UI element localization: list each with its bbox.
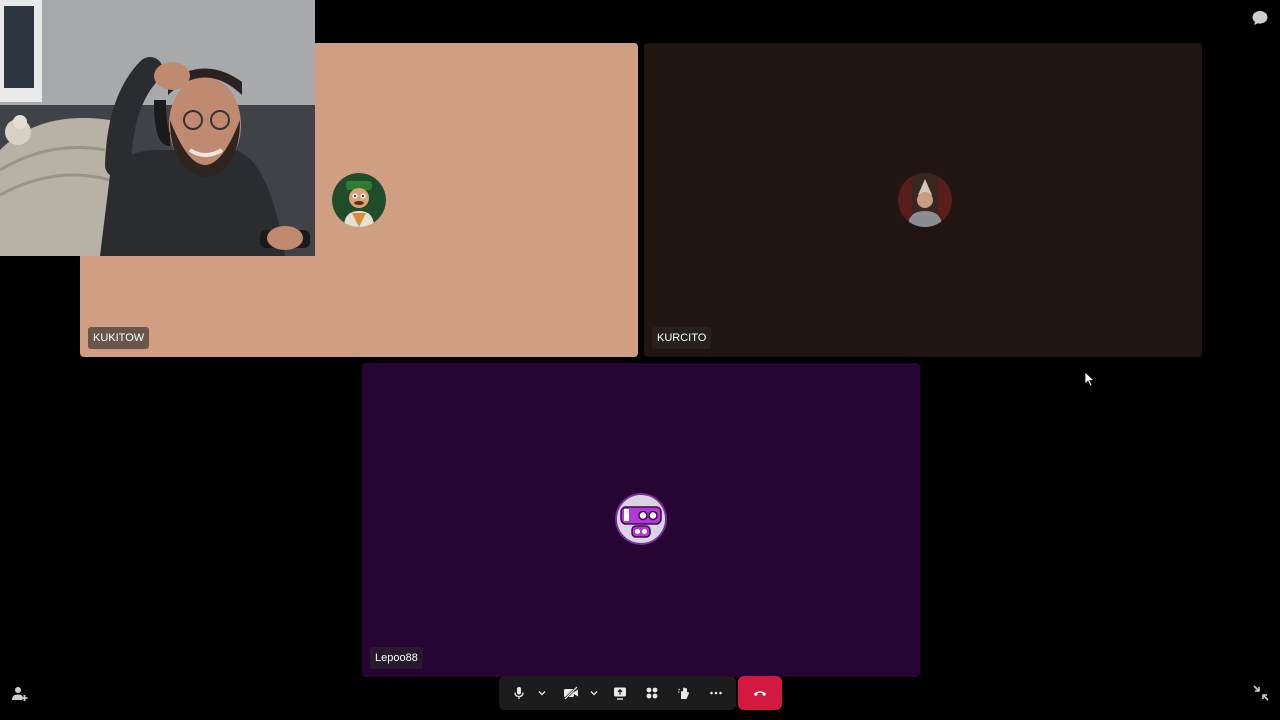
call-controls-group — [600, 676, 736, 710]
hang-up-button[interactable] — [738, 676, 782, 710]
raise-hand-icon — [678, 687, 689, 699]
media-controls-group — [499, 676, 609, 710]
participant-tile-lepoo88[interactable]: Lepoo88 — [362, 363, 920, 677]
screen-share-button[interactable] — [604, 679, 636, 707]
participant-tile-kurcito[interactable]: KURCITO — [644, 43, 1202, 357]
chevron-down-icon — [538, 691, 546, 696]
exit-fullscreen-icon[interactable] — [1252, 684, 1270, 702]
raise-hand-button[interactable] — [668, 679, 700, 707]
participant-name-tag: KURCITO — [652, 327, 712, 349]
more-options-button[interactable] — [700, 679, 732, 707]
tile-view-icon — [646, 687, 658, 699]
participant-name-tag: Lepoo88 — [370, 647, 423, 669]
screen-share-icon — [614, 687, 626, 700]
cartoon-chef-avatar — [332, 173, 386, 227]
self-view-video[interactable] — [0, 0, 315, 256]
tile-view-button[interactable] — [636, 679, 668, 707]
hang-up-icon — [754, 691, 766, 696]
microphone-icon — [514, 687, 524, 699]
media-controls — [499, 676, 609, 710]
lepoo88-logo-avatar — [615, 493, 667, 545]
microphone-options-button[interactable] — [533, 679, 551, 707]
microphone-button[interactable] — [505, 679, 533, 707]
chevron-down-icon — [590, 691, 598, 696]
chat-icon[interactable] — [1251, 9, 1269, 27]
person-photo-avatar — [898, 173, 952, 227]
call-controls — [600, 676, 736, 710]
more-icon — [710, 691, 722, 695]
participant-name-tag: KUKITOW — [88, 327, 150, 349]
participants-icon[interactable] — [11, 685, 29, 703]
mouse-cursor-icon — [1084, 371, 1096, 387]
camera-off-icon — [564, 686, 578, 700]
camera-button[interactable] — [557, 679, 585, 707]
